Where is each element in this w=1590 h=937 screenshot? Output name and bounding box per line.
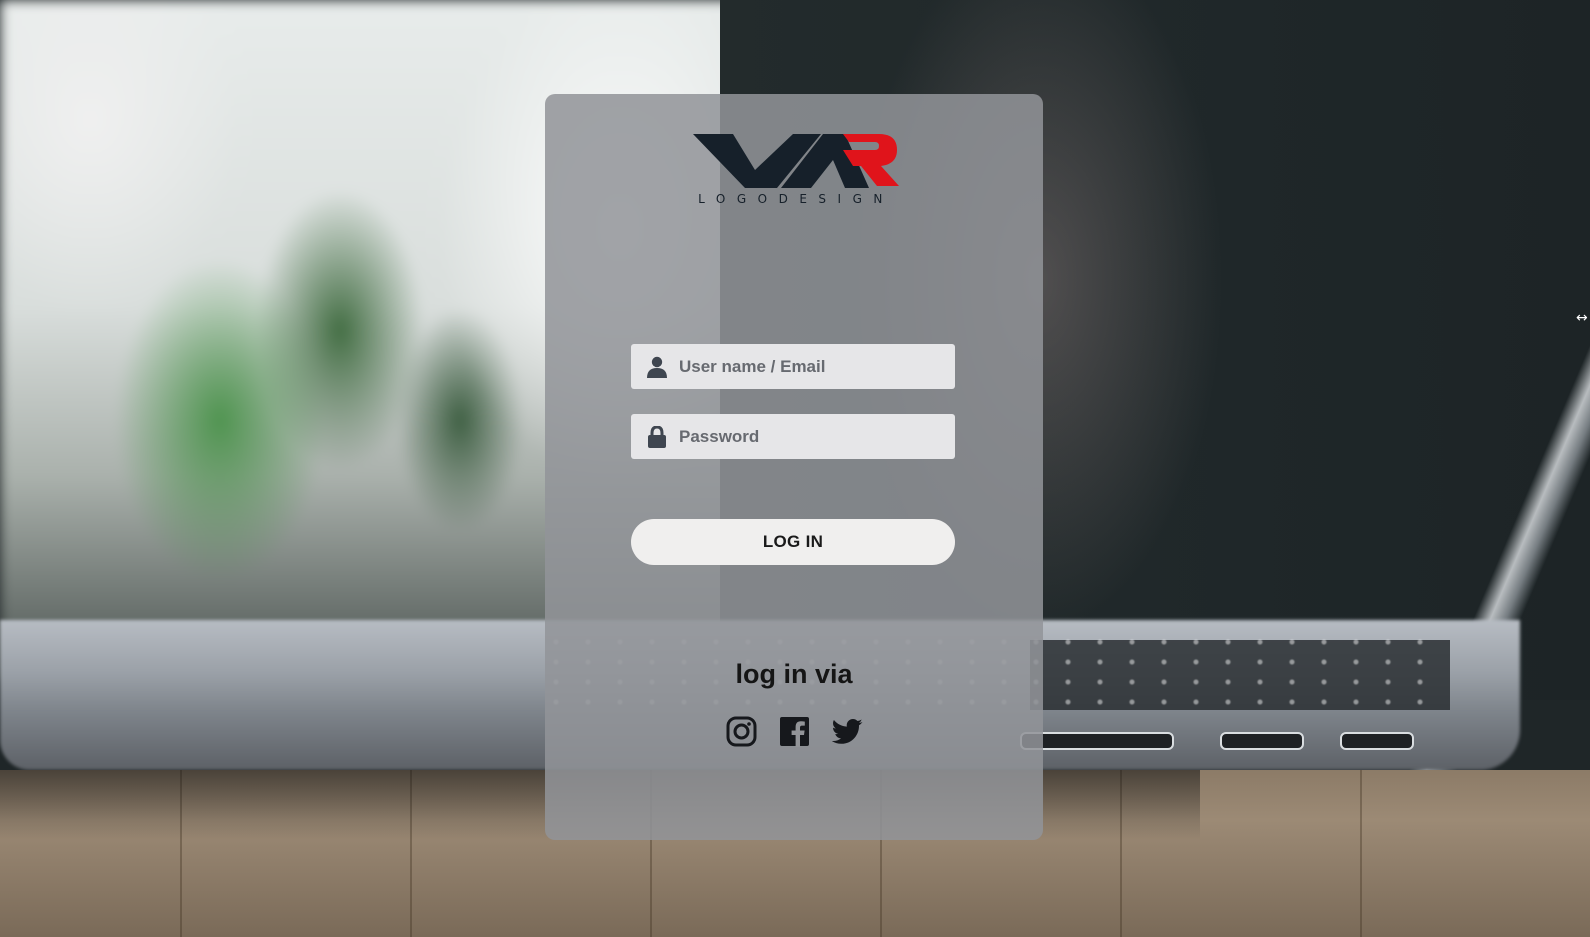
username-field[interactable]: [631, 344, 955, 389]
username-input[interactable]: [679, 344, 947, 389]
twitter-icon[interactable]: [831, 716, 863, 747]
password-field[interactable]: [631, 414, 955, 459]
facebook-icon[interactable]: [779, 716, 810, 747]
login-button[interactable]: LOG IN: [631, 519, 955, 565]
login-card: LOGODESIGN LOG IN log in via: [545, 94, 1043, 840]
lock-icon: [647, 425, 667, 448]
background-laptop-ports: [1020, 720, 1440, 760]
password-input[interactable]: [679, 414, 947, 459]
logo-subtitle: LOGODESIGN: [698, 192, 894, 206]
social-login-label: log in via: [735, 659, 853, 689]
resize-cursor-icon: ↔: [1576, 310, 1588, 326]
user-icon: [647, 356, 667, 378]
var-logo-mark: [693, 134, 899, 188]
social-login-icons: [545, 716, 1043, 750]
background-scene: ↔ LOGODESIGN User name / Email LOG IN lo…: [0, 0, 1590, 937]
instagram-icon[interactable]: [726, 716, 757, 747]
brand-logo: LOGODESIGN: [693, 130, 903, 212]
